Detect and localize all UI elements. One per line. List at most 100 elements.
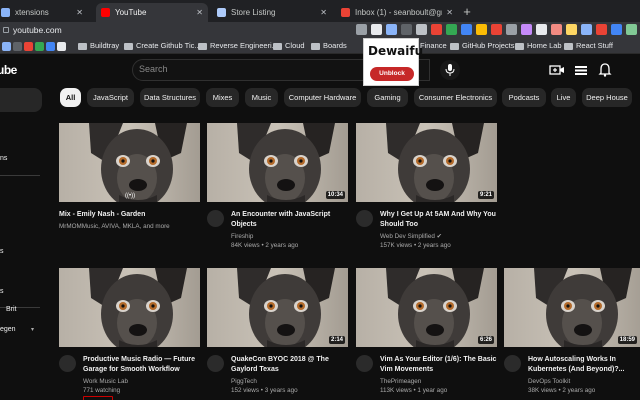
video-card[interactable]: Productive Music Radio — Future Garage f…: [59, 268, 200, 400]
chip-live[interactable]: Live: [551, 88, 576, 107]
guide-item[interactable]: s: [0, 248, 4, 255]
extension-icons: [356, 24, 640, 35]
address-bar[interactable]: youtube.com: [0, 23, 62, 37]
search-input[interactable]: Search: [139, 64, 168, 74]
tab-youtube[interactable]: YouTube ✕: [96, 3, 208, 22]
bookmark-item[interactable]: Finance: [420, 40, 447, 52]
unblock-button[interactable]: Unblock: [370, 67, 414, 81]
guide-item[interactable]: s: [0, 288, 4, 295]
extension-icon[interactable]: [551, 24, 562, 35]
channel-avatar[interactable]: [59, 355, 76, 372]
video-card[interactable]: 6:26 Vim As Your Editor (1/6): The Basic…: [356, 268, 497, 398]
video-channel[interactable]: ThePrimeagen: [380, 377, 498, 386]
create-video-icon[interactable]: [549, 62, 565, 78]
video-title[interactable]: QuakeCon BYOC 2018 @ The Gaylord Texas: [231, 355, 349, 375]
channel-avatar[interactable]: [356, 355, 373, 372]
video-title[interactable]: How Autoscaling Works In Kubernetes (And…: [528, 355, 640, 375]
bookmark-label: Reverse Engineeri...: [210, 41, 278, 50]
video-thumbnail[interactable]: [59, 268, 200, 347]
video-title[interactable]: Productive Music Radio — Future Garage f…: [83, 355, 201, 375]
extension-icon[interactable]: [371, 24, 382, 35]
bookmark-item[interactable]: Create Github Tic...: [124, 40, 201, 52]
extension-icon[interactable]: [596, 24, 607, 35]
video-channel[interactable]: Fireship: [231, 232, 349, 241]
close-icon[interactable]: ✕: [196, 8, 203, 17]
new-tab-button[interactable]: +: [458, 3, 476, 21]
guide-item[interactable]: ns: [0, 155, 7, 162]
star-icon[interactable]: [386, 24, 397, 35]
extension-icon[interactable]: [476, 24, 487, 35]
video-channel[interactable]: Web Dev Simplified ✔: [380, 232, 498, 241]
extension-icon[interactable]: [581, 24, 592, 35]
close-icon[interactable]: ✕: [76, 8, 83, 17]
extension-icon[interactable]: [521, 24, 532, 35]
tab-inbox[interactable]: Inbox (1) - seanboult@gmail.c ✕: [336, 3, 458, 22]
extension-icon[interactable]: [611, 24, 622, 35]
video-title[interactable]: Why I Get Up At 5AM And Why You Should T…: [380, 210, 498, 230]
dewaifu-extension-icon[interactable]: [416, 24, 427, 35]
chip-consumer-electronics[interactable]: Consumer Electronics: [414, 88, 497, 107]
video-title[interactable]: An Encounter with JavaScript Objects: [231, 210, 349, 230]
chip-gaming[interactable]: Gaming: [367, 88, 408, 107]
video-title[interactable]: Mix - Emily Nash - Garden: [59, 210, 197, 220]
notifications-bell-icon[interactable]: [597, 62, 613, 78]
close-icon[interactable]: ✕: [446, 8, 453, 17]
bookmark-item[interactable]: Reverse Engineeri...: [198, 40, 278, 52]
channel-avatar[interactable]: [207, 210, 224, 227]
extension-icon[interactable]: [626, 24, 637, 35]
video-channel[interactable]: PiggTech: [231, 377, 349, 386]
bookmark-item[interactable]: Cloud: [273, 40, 305, 52]
chip-podcasts[interactable]: Podcasts: [502, 88, 546, 107]
video-channel[interactable]: MrMOMMusic, AVIVA, MKLA, and more: [59, 222, 199, 231]
chip-music[interactable]: Music: [245, 88, 278, 107]
video-channel[interactable]: DevOps Toolkit: [528, 377, 640, 386]
video-thumbnail[interactable]: 6:26: [356, 268, 497, 347]
chip-javascript[interactable]: JavaScript: [87, 88, 134, 107]
video-thumbnail[interactable]: 18:59: [504, 268, 640, 347]
video-card[interactable]: ((•)) Mix - Emily Nash - Garden MrMOMMus…: [59, 123, 200, 233]
video-thumbnail[interactable]: 9:21: [356, 123, 497, 202]
channel-avatar[interactable]: [356, 210, 373, 227]
chip-mixes[interactable]: Mixes: [206, 88, 239, 107]
tab-store-listing[interactable]: Store Listing ✕: [212, 3, 332, 22]
extension-icon[interactable]: [536, 24, 547, 35]
apps-grid-icon[interactable]: [573, 62, 589, 78]
extension-icon[interactable]: [506, 24, 517, 35]
bookmark-item[interactable]: Boards: [311, 40, 347, 52]
chip-computer-hardware[interactable]: Computer Hardware: [284, 88, 361, 107]
extension-icon[interactable]: [461, 24, 472, 35]
youtube-logo[interactable]: ube: [0, 63, 17, 77]
chevron-down-icon[interactable]: ▾: [31, 326, 34, 333]
video-card[interactable]: 10:34 An Encounter with JavaScript Objec…: [207, 123, 348, 253]
video-thumbnail[interactable]: ((•)): [59, 123, 200, 202]
chip-all[interactable]: All: [60, 88, 81, 107]
voice-search-button[interactable]: [440, 60, 460, 80]
video-card[interactable]: 2:14 QuakeCon BYOC 2018 @ The Gaylord Te…: [207, 268, 348, 398]
guide-item-home[interactable]: [0, 88, 42, 112]
subscription-item[interactable]: Brit: [6, 306, 17, 313]
subscription-item[interactable]: egen: [0, 326, 16, 333]
chip-deep-house[interactable]: Deep House: [582, 88, 632, 107]
extension-icon[interactable]: [431, 24, 442, 35]
video-card[interactable]: 9:21 Why I Get Up At 5AM And Why You Sho…: [356, 123, 497, 253]
video-channel[interactable]: Work Music Lab: [83, 377, 201, 386]
channel-avatar[interactable]: [207, 355, 224, 372]
video-title[interactable]: Vim As Your Editor (1/6): The Basic Vim …: [380, 355, 498, 375]
bookmark-item[interactable]: Home Lab: [515, 40, 562, 52]
extension-icon[interactable]: [356, 24, 367, 35]
video-card[interactable]: 18:59 How Autoscaling Works In Kubernete…: [504, 268, 640, 398]
video-thumbnail[interactable]: 10:34: [207, 123, 348, 202]
bookmark-item[interactable]: GitHub Projects: [450, 40, 515, 52]
video-thumbnail[interactable]: 2:14: [207, 268, 348, 347]
extension-icon[interactable]: [446, 24, 457, 35]
extension-icon[interactable]: [566, 24, 577, 35]
extension-icon[interactable]: [491, 24, 502, 35]
tab-extensions[interactable]: xtensions ✕: [0, 3, 88, 22]
extension-icon[interactable]: [401, 24, 412, 35]
close-icon[interactable]: ✕: [320, 8, 327, 17]
chip-data-structures[interactable]: Data Structures: [140, 88, 200, 107]
bookmark-apps[interactable]: [2, 40, 68, 52]
bookmark-item[interactable]: Buildtray: [78, 40, 119, 52]
bookmark-item[interactable]: React Stuff: [564, 40, 613, 52]
channel-avatar[interactable]: [504, 355, 521, 372]
